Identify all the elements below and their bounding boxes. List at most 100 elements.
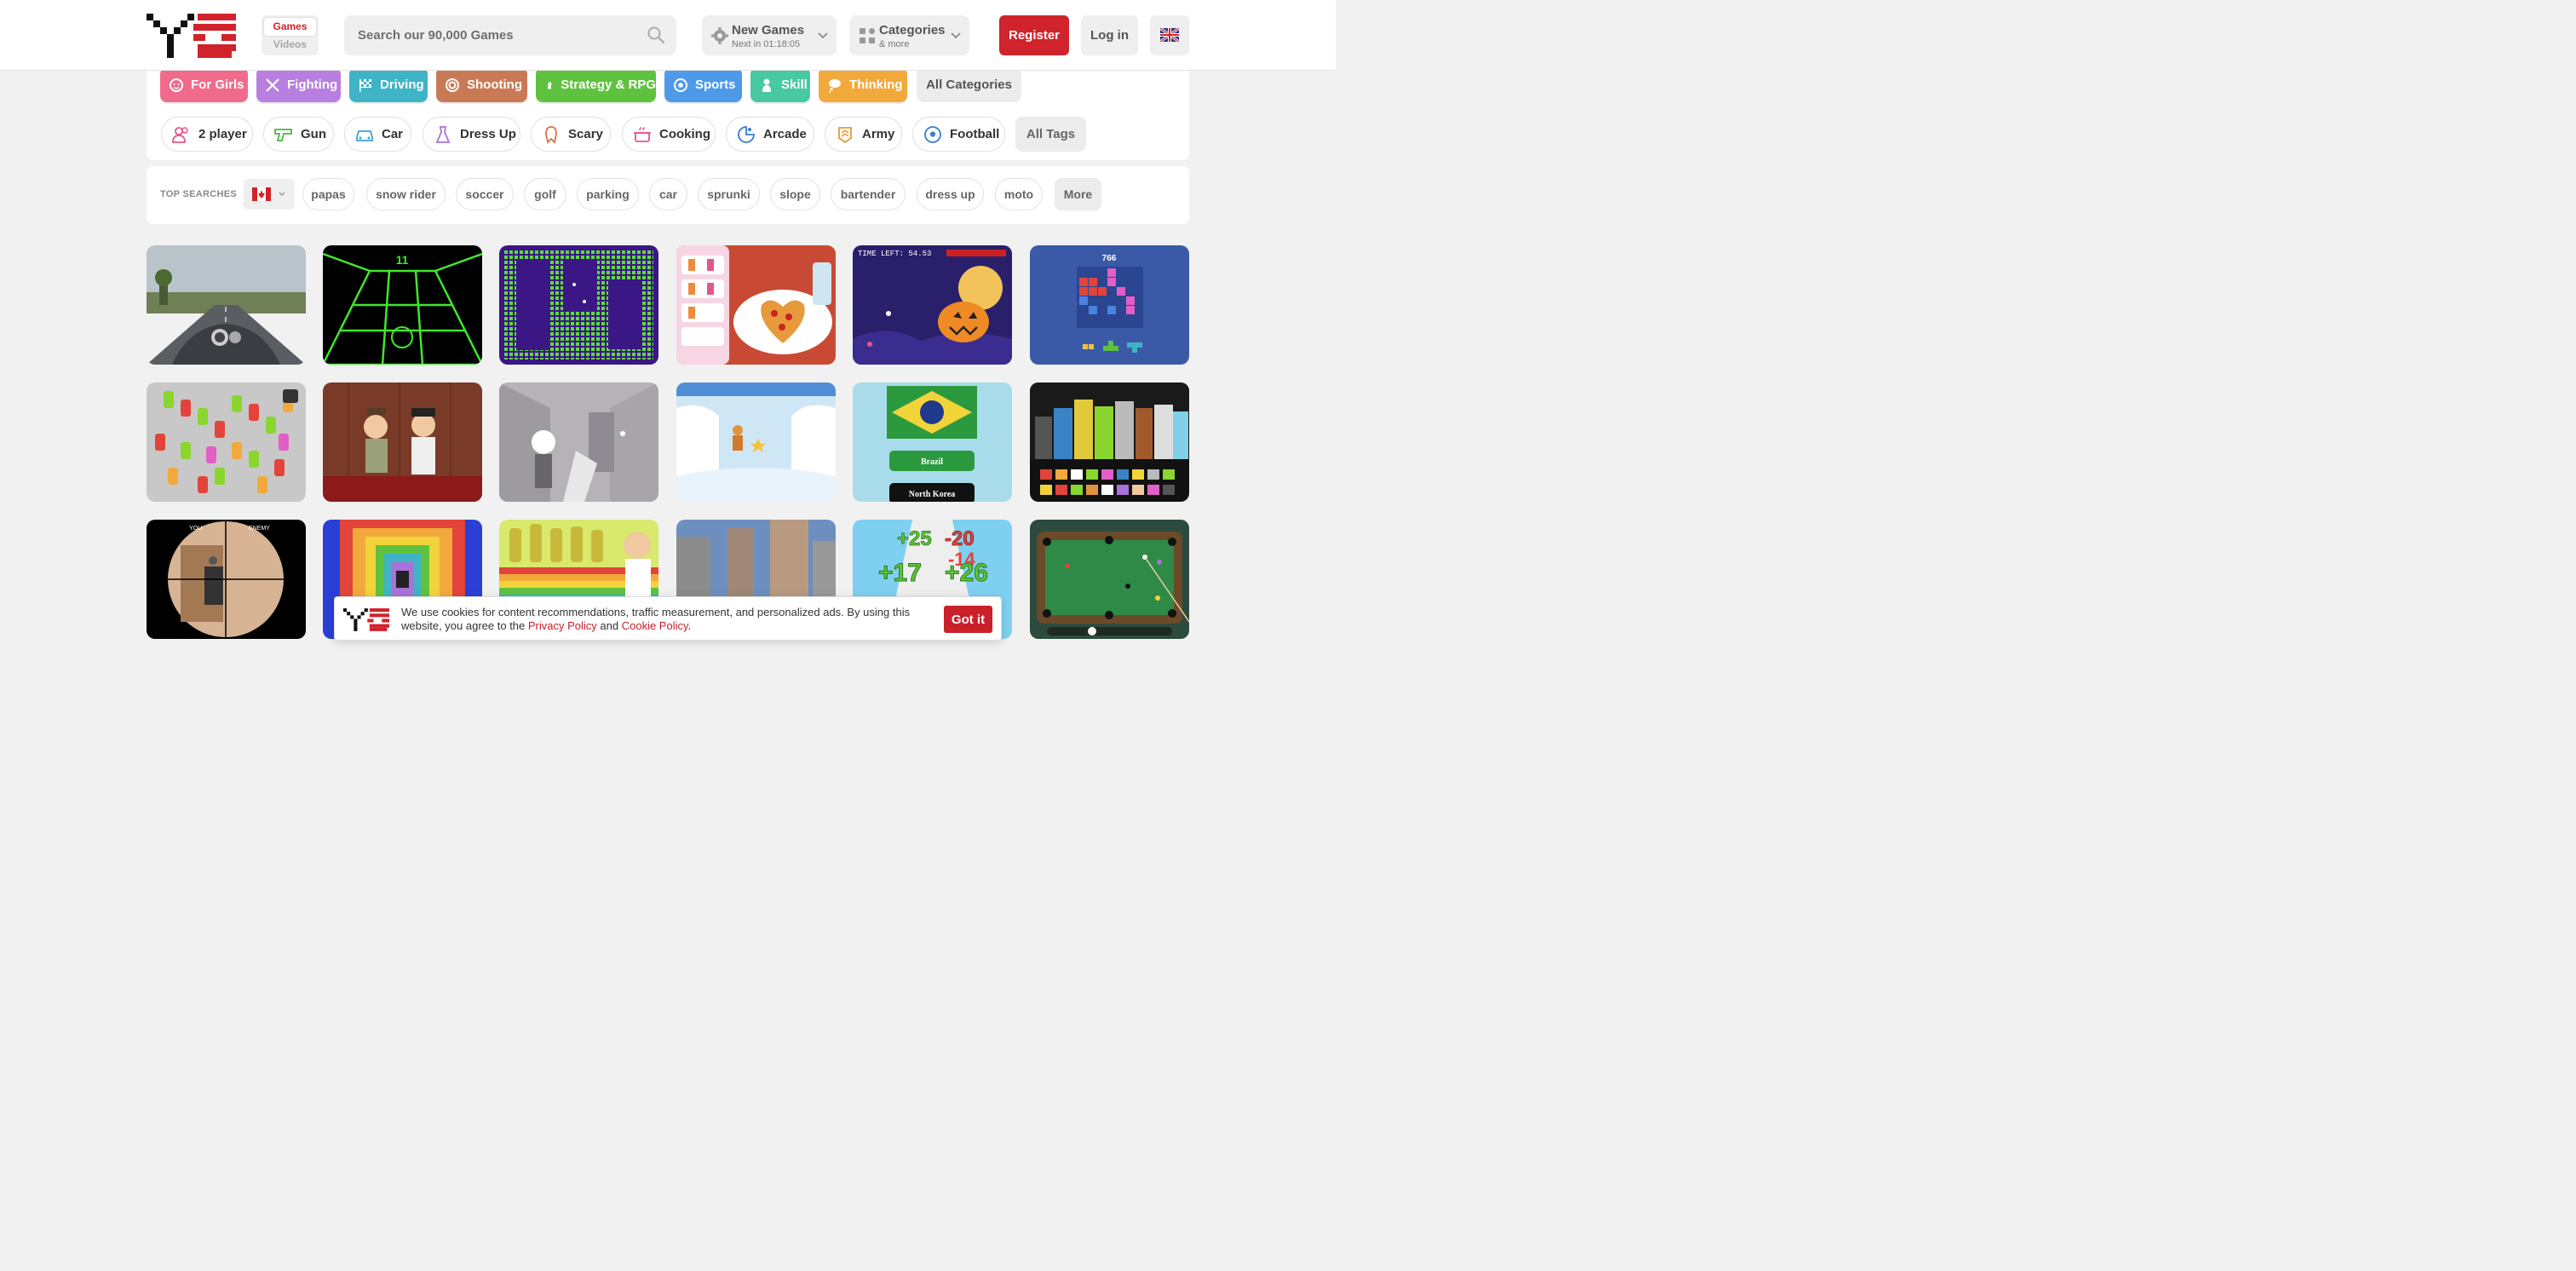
category-label: Skill — [781, 78, 808, 92]
tag-scary[interactable]: Scary — [531, 117, 611, 152]
ghost-icon — [545, 125, 557, 144]
car-icon — [356, 129, 373, 141]
cookie-policy-link[interactable]: Cookie Policy — [622, 619, 688, 632]
site-logo[interactable] — [147, 14, 236, 58]
tag-label: Dress Up — [460, 127, 516, 141]
tag-dress-up[interactable]: Dress Up — [423, 117, 520, 152]
top-search-item[interactable]: papas — [302, 178, 354, 210]
crossed-swords-icon — [266, 78, 279, 92]
category-shooting[interactable]: Shooting — [436, 67, 527, 102]
top-search-item[interactable]: slope — [770, 178, 820, 210]
language-selector[interactable] — [1150, 15, 1189, 55]
category-label: Sports — [695, 78, 736, 92]
army-badge-icon — [838, 126, 852, 143]
girl-face-icon — [170, 78, 183, 92]
got-it-button[interactable]: Got it — [944, 606, 992, 633]
tag-arcade[interactable]: Arcade — [726, 117, 814, 152]
game-thumbnail-neon-slope[interactable]: 11 — [323, 245, 482, 365]
category-thinking[interactable]: Thinking — [819, 67, 907, 102]
privacy-policy-link[interactable]: Privacy Policy — [528, 619, 597, 632]
flag-answer-2: North Korea — [909, 490, 956, 499]
category-label: Fighting — [287, 78, 338, 92]
top-search-item[interactable]: dress up — [917, 178, 984, 210]
top-search-item[interactable]: snow rider — [366, 178, 446, 210]
top-search-item[interactable]: golf — [524, 178, 566, 210]
category-label: All Categories — [926, 78, 1012, 92]
tag-gun[interactable]: Gun — [263, 117, 334, 152]
game-thumbnail-parking-jam[interactable] — [147, 382, 306, 502]
categories-dropdown[interactable]: Categories & more — [849, 15, 969, 55]
game-thumbnail-snow-climber[interactable] — [676, 382, 836, 502]
gear-icon — [711, 27, 728, 44]
tag-cooking[interactable]: Cooking — [622, 117, 716, 152]
category-fighting[interactable]: Fighting — [256, 67, 341, 102]
game-thumbnail-pizza-cafe[interactable] — [676, 245, 836, 365]
category-sports[interactable]: Sports — [664, 67, 742, 102]
category-strategy-rpg[interactable]: Strategy & RPG — [536, 67, 656, 102]
site-header: Games Videos New Games Next in 01:18:05 … — [0, 0, 1336, 71]
games-videos-toggle: Games Videos — [262, 15, 319, 55]
new-games-dropdown[interactable]: New Games Next in 01:18:05 — [702, 15, 837, 55]
top-searches-more-button[interactable]: More — [1055, 178, 1101, 210]
game-thumbnail-halloween[interactable]: TIME LEFT: 54.53 — [853, 245, 1012, 365]
all-categories-button[interactable]: All Categories — [917, 67, 1021, 102]
checkered-flag-icon — [359, 78, 371, 92]
top-search-item[interactable]: moto — [995, 178, 1043, 210]
top-searches-label: TOP SEARCHES — [160, 189, 237, 199]
category-driving[interactable]: Driving — [349, 67, 428, 102]
top-search-item[interactable]: soccer — [456, 178, 514, 210]
top-search-item[interactable]: parking — [577, 178, 639, 210]
tag-label: Scary — [568, 127, 603, 141]
game-thumbnail-gangsters[interactable] — [323, 382, 482, 502]
dress-icon — [435, 125, 451, 143]
tag-football[interactable]: Football — [912, 117, 1005, 152]
region-selector[interactable] — [244, 179, 295, 210]
cookie-message: We use cookies for content recommendatio… — [401, 606, 946, 633]
math-gate-plus: +25 — [897, 527, 932, 550]
chess-piece-icon — [547, 81, 552, 89]
tag-label: 2 player — [198, 127, 247, 141]
all-tags-button[interactable]: All Tags — [1015, 117, 1086, 152]
categories-subtitle: & more — [879, 39, 910, 49]
top-search-item[interactable]: car — [649, 178, 687, 210]
game-thumbnail-sniper[interactable]: YOU ENEMY — [147, 520, 306, 639]
math-gate-a: +17 — [878, 559, 922, 587]
category-label: Strategy & RPG — [561, 78, 656, 92]
game-thumbnail-pixel-maze[interactable] — [499, 245, 658, 365]
category-label: Thinking — [849, 78, 903, 92]
person-icon — [762, 78, 771, 92]
tag-2-player[interactable]: 2 player — [161, 117, 253, 152]
tag-army[interactable]: Army — [825, 117, 902, 152]
category-for-girls[interactable]: For Girls — [160, 67, 248, 102]
game-thumbnail-motorbike[interactable] — [147, 245, 306, 365]
tag-label: Car — [382, 127, 404, 141]
two-players-icon — [172, 126, 188, 143]
videos-tab[interactable]: Videos — [262, 38, 319, 50]
search-icon[interactable] — [647, 26, 664, 43]
chevron-down-icon — [951, 32, 961, 39]
game-thumbnail-sprunki[interactable] — [1030, 382, 1189, 502]
login-button[interactable]: Log in — [1081, 15, 1138, 55]
soccer-ball-icon — [674, 78, 687, 92]
tag-label: Army — [862, 127, 895, 141]
search-input[interactable] — [344, 15, 634, 55]
game-thumbnail-block-puzzle[interactable]: 766 — [1030, 245, 1189, 365]
game-thumbnail-pool[interactable] — [1030, 520, 1189, 639]
games-tab[interactable]: Games — [263, 17, 317, 37]
search-box — [344, 15, 676, 55]
category-label: For Girls — [191, 78, 244, 92]
tag-car[interactable]: Car — [344, 117, 411, 152]
tag-label: All Tags — [1026, 127, 1076, 141]
category-skill[interactable]: Skill — [750, 67, 810, 102]
block-score: 766 — [1102, 254, 1117, 263]
top-search-item[interactable]: bartender — [831, 178, 906, 210]
math-gate-minus: -20 — [945, 527, 975, 550]
game-thumbnail-stickman[interactable] — [499, 382, 658, 502]
game-thumbnail-flag-quiz[interactable]: Brazil North Korea — [853, 382, 1012, 502]
top-search-item[interactable]: sprunki — [698, 178, 760, 210]
category-label: Driving — [380, 78, 424, 92]
slope-score: 11 — [396, 253, 409, 267]
time-left-text: TIME LEFT: 54.53 — [858, 250, 931, 258]
arcade-icon — [738, 125, 755, 143]
register-button[interactable]: Register — [999, 15, 1069, 55]
